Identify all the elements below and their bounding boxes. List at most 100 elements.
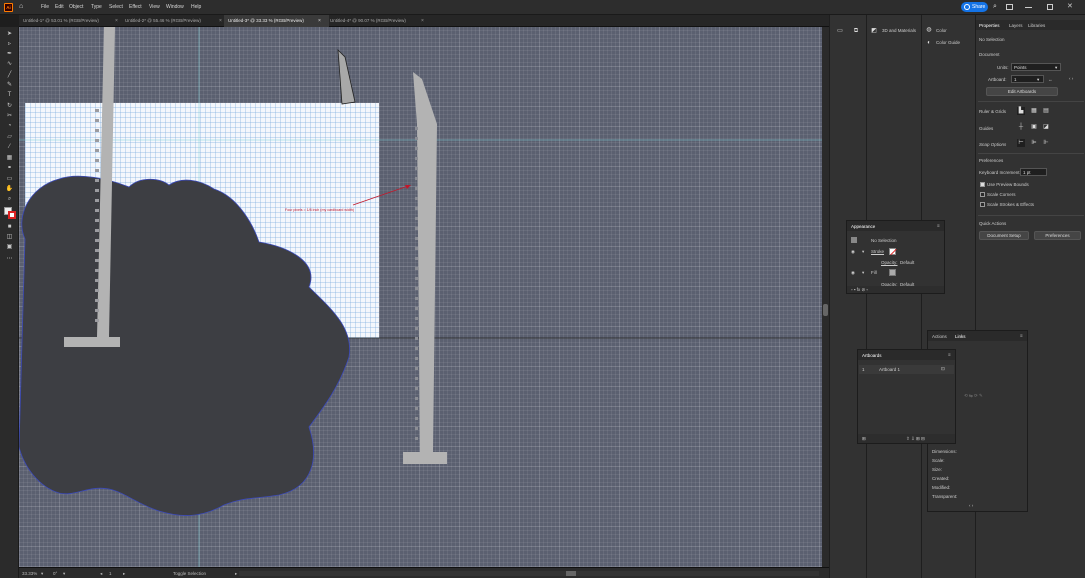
artboard-row[interactable] — [859, 365, 954, 374]
stroke-swatch[interactable] — [8, 211, 16, 219]
color-icon[interactable]: ◍ — [925, 26, 933, 34]
gradient-tool-icon[interactable]: ▦ — [5, 154, 14, 162]
chevron-down-icon[interactable]: ▾ — [862, 270, 864, 276]
hscroll-thumb[interactable] — [566, 571, 576, 576]
rotation-dropdown-icon[interactable]: ▾ — [63, 571, 65, 577]
horizontal-scrollbar[interactable] — [239, 571, 819, 576]
tab-untitled-1[interactable]: Untitled-1* @ 53.01 % (RGB/Preview) — [19, 15, 119, 27]
ruler-base-right[interactable] — [403, 452, 447, 464]
menu-object[interactable]: Object — [69, 4, 83, 10]
maximize-icon[interactable] — [1047, 4, 1053, 10]
menu-window[interactable]: Window — [166, 4, 184, 10]
show-guides-icon[interactable]: ┼ — [1017, 123, 1025, 131]
menu-select[interactable]: Select — [109, 4, 123, 10]
keyboard-increment-input[interactable]: 1 pt — [1020, 168, 1047, 176]
tab-close-icon[interactable]: × — [421, 18, 424, 24]
zoom-dropdown-icon[interactable]: ▾ — [41, 571, 43, 577]
chevron-down-icon[interactable]: ▾ — [862, 249, 864, 255]
minimize-icon[interactable] — [1025, 7, 1032, 8]
annotation-arrow[interactable] — [352, 185, 409, 206]
tab-properties[interactable]: Properties — [979, 23, 1000, 28]
zoom-level[interactable]: 33.33% — [22, 571, 37, 576]
color-guide-icon[interactable]: ◐ — [925, 39, 933, 47]
ruler-icon[interactable]: ▙ — [1017, 107, 1025, 115]
tab-untitled-2[interactable]: Untitled-2* @ 55.46 % (RGB/Preview) — [121, 15, 223, 27]
scroll-thumb[interactable] — [823, 304, 828, 316]
preferences-button[interactable]: Preferences — [1034, 231, 1081, 240]
artboard-row-name[interactable]: Artboard 1 — [879, 367, 900, 372]
menu-view[interactable]: View — [149, 4, 160, 10]
eye-icon[interactable]: ◉ — [851, 249, 855, 255]
artboards-footer-icons[interactable]: ⊞ — [862, 436, 866, 442]
rotation-value[interactable]: 0° — [53, 571, 57, 576]
fill-swatch[interactable] — [889, 269, 896, 276]
links-toolbar-icons[interactable]: ⟲ ⇆ ⟳ ✎ — [964, 393, 983, 399]
use-preview-bounds-checkbox[interactable] — [980, 182, 985, 187]
eraser-tool-icon[interactable]: ▱ — [5, 133, 14, 141]
links-nav-icon[interactable]: ‹ › — [969, 503, 973, 508]
color-mode-icon[interactable]: ■ — [5, 223, 14, 231]
status-menu-icon[interactable]: ▸ — [235, 571, 237, 577]
menu-edit[interactable]: Edit — [55, 4, 64, 10]
screen-mode-icon[interactable]: ▣ — [5, 243, 14, 251]
blend-tool-icon[interactable]: ⚭ — [5, 164, 14, 172]
color-label[interactable]: Color — [936, 28, 947, 33]
more-tools-icon[interactable]: ⋯ — [5, 255, 14, 263]
stroke-none-swatch[interactable] — [889, 248, 897, 256]
artboard-select[interactable]: 1 ▾ — [1011, 75, 1044, 83]
new-artboard-icon[interactable]: ↔ — [1048, 77, 1053, 82]
prev-artboard-icon[interactable]: ◂ — [100, 571, 102, 577]
3d-materials-icon[interactable]: ◩ — [870, 27, 878, 35]
draw-mode-icon[interactable]: ◫ — [5, 233, 14, 241]
color-guide-label[interactable]: Color Guide — [936, 40, 960, 45]
curvature-tool-icon[interactable]: ∿ — [5, 60, 14, 68]
tab-close-icon[interactable]: × — [219, 18, 222, 24]
rotate-tool-icon[interactable]: ↻ — [5, 102, 14, 110]
brush-tool-icon[interactable]: ✎ — [5, 81, 14, 89]
tab-close-icon[interactable]: × — [318, 18, 321, 24]
eye-icon[interactable]: ◉ — [851, 270, 855, 276]
scale-corners-checkbox[interactable] — [980, 192, 985, 197]
artboard-tool-icon[interactable]: ▭ — [5, 175, 14, 183]
scale-strokes-checkbox[interactable] — [980, 202, 985, 207]
tab-libraries[interactable]: Libraries — [1028, 23, 1045, 28]
vertical-scrollbar[interactable] — [822, 27, 829, 567]
artboard-options-icon[interactable]: ⊡ — [941, 366, 945, 372]
panel-menu-icon[interactable]: ≡ — [937, 223, 940, 228]
grid-icon[interactable]: ▦ — [1030, 107, 1038, 115]
zoom-tool-icon[interactable]: ⌕ — [5, 195, 14, 203]
tab-untitled-3[interactable]: Untitled-3* @ 33.33 % (RGB/Preview) — [224, 15, 329, 27]
artboard-number[interactable]: 1 — [109, 571, 112, 576]
scissors-tool-icon[interactable]: ✂ — [5, 112, 14, 120]
menu-file[interactable]: File — [41, 4, 49, 10]
search-icon[interactable]: ⌕ — [993, 2, 1002, 12]
smart-guides-icon[interactable]: ◪ — [1042, 123, 1050, 131]
opacity-label[interactable]: Opacity: — [881, 260, 898, 265]
home-icon[interactable]: ⌂ — [19, 3, 27, 11]
eyedropper-tool-icon[interactable]: ⁄ — [5, 143, 14, 151]
annotation-text[interactable]: Four pixels = 1/8 inch (my cardboard wid… — [285, 208, 354, 212]
ruler-base-left[interactable] — [64, 337, 120, 347]
type-tool-icon[interactable]: T — [5, 91, 14, 99]
fill-label[interactable]: Fill — [871, 270, 877, 275]
pixel-grid-icon[interactable]: ▤ — [1042, 107, 1050, 115]
snap-point-icon[interactable]: ⊢ — [1017, 139, 1025, 147]
lock-guides-icon[interactable]: ▣ — [1030, 123, 1038, 131]
artboard-nav-icon[interactable]: ‹ › — [1069, 76, 1073, 81]
export-icon[interactable]: ⧉ — [852, 27, 860, 35]
shape-builder-tool-icon[interactable]: ◔ — [5, 122, 14, 130]
artboards-action-icons[interactable]: ⇧ ⇩ ⊞ ⊟ — [906, 436, 925, 442]
menu-effect[interactable]: Effect — [129, 4, 142, 10]
tab-actions[interactable]: Actions — [932, 334, 947, 339]
appearance-footer-icons[interactable]: ▫ ▪ fx ⊘ ▫ — [851, 287, 868, 293]
comments-icon[interactable]: ▭ — [836, 27, 844, 35]
blade-tip-shape[interactable] — [337, 48, 356, 105]
tab-untitled-4[interactable]: Untitled-4* @ 90.07 % (RGB/Preview) — [326, 15, 426, 27]
tab-close-icon[interactable]: × — [115, 18, 118, 24]
selection-tool-icon[interactable]: ➤ — [5, 30, 14, 38]
canvas[interactable]: Four pixels = 1/8 inch (my cardboard wid… — [19, 27, 822, 567]
menu-help[interactable]: Help — [191, 4, 201, 10]
tab-layers[interactable]: Layers — [1009, 23, 1023, 28]
menu-type[interactable]: Type — [91, 4, 102, 10]
tab-links[interactable]: Links — [955, 334, 966, 339]
